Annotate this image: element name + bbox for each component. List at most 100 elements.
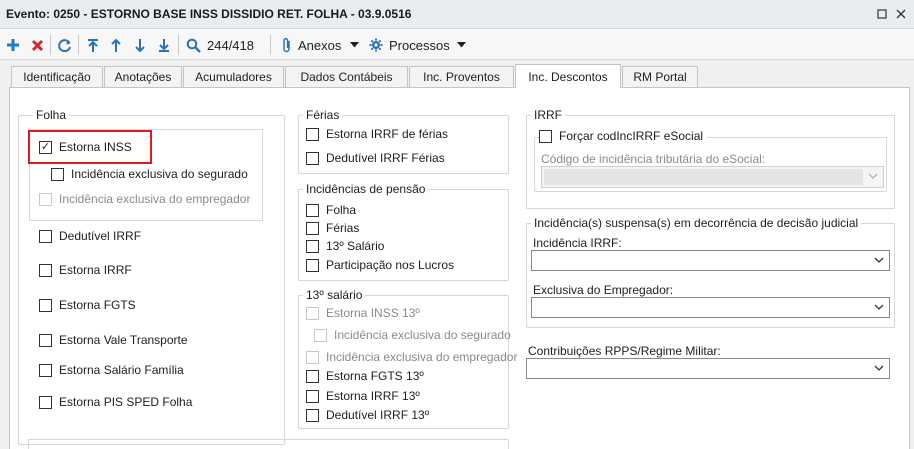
chevron-down-icon bbox=[874, 365, 884, 371]
chevron-down-icon bbox=[874, 257, 884, 263]
restore-icon[interactable] bbox=[873, 5, 891, 23]
estorna-pis-sped-label: Estorna PIS SPED Folha bbox=[59, 395, 193, 409]
toolbar: 244/418 Anexos Processos bbox=[0, 29, 914, 60]
estorna-salario-familia-label: Estorna Salário Família bbox=[59, 363, 184, 377]
ferias-group bbox=[298, 115, 509, 174]
pensao-folha-label: Folha bbox=[326, 203, 357, 217]
incidencia-segurado-label: Incidência exclusiva do segurado bbox=[71, 167, 248, 181]
incidencia-segurado-checkbox[interactable]: Incidência exclusiva do segurado bbox=[51, 167, 248, 181]
codigo-incidencia-value bbox=[544, 169, 863, 185]
tab-rm-portal[interactable]: RM Portal bbox=[622, 66, 698, 87]
checkbox-box bbox=[39, 229, 52, 243]
checkbox-box bbox=[51, 167, 64, 181]
toolbar-separator bbox=[178, 35, 179, 55]
exclusiva-empregador-select[interactable] bbox=[531, 297, 890, 318]
suspensa-group-title: Incidência(s) suspensa(s) em decorrência… bbox=[531, 216, 862, 230]
incidencia-empregador-checkbox[interactable]: Incidência exclusiva do empregador bbox=[39, 192, 250, 206]
pensao-group-title: Incidências de pensão bbox=[303, 182, 429, 196]
pensao-ferias-checkbox[interactable]: Férias bbox=[306, 221, 359, 235]
search-icon[interactable] bbox=[183, 34, 203, 56]
tab-strip: Identificação Anotações Acumuladores Dad… bbox=[0, 60, 914, 88]
estorna-irrf-13-label: Estorna IRRF 13º bbox=[326, 389, 420, 403]
forcar-codinc-checkbox[interactable]: Forçar codIncIRRF eSocial bbox=[539, 129, 708, 143]
pensao-folha-checkbox[interactable]: Folha bbox=[306, 203, 356, 217]
estorna-irrf-13-checkbox[interactable]: Estorna IRRF 13º bbox=[306, 389, 420, 403]
decimo-incidencia-empregador-label: Incidência exclusiva do empregador bbox=[326, 350, 518, 364]
estorna-irrf-ferias-checkbox[interactable]: Estorna IRRF de férias bbox=[306, 127, 448, 141]
estorna-fgts-13-checkbox[interactable]: Estorna FGTS 13º bbox=[306, 369, 424, 383]
checkbox-box bbox=[39, 263, 52, 277]
first-record-icon[interactable] bbox=[84, 34, 102, 56]
estorna-fgts-checkbox[interactable]: Estorna FGTS bbox=[39, 298, 136, 312]
estorna-fgts-label: Estorna FGTS bbox=[59, 298, 136, 312]
dedutivel-irrf-label: Dedutível IRRF bbox=[59, 229, 142, 243]
irrf-group-title: IRRF bbox=[531, 108, 565, 122]
pensao-participacao-lucros-checkbox[interactable]: Participação nos Lucros bbox=[306, 258, 454, 272]
checkbox-box bbox=[39, 395, 52, 409]
checkbox-box bbox=[39, 298, 52, 312]
last-record-icon[interactable] bbox=[155, 34, 173, 56]
estorna-inss-checkbox[interactable]: ✓ Estorna INSS bbox=[39, 140, 132, 154]
dedutivel-irrf-13-checkbox[interactable]: Dedutível IRRF 13º bbox=[306, 408, 429, 422]
checkbox-box bbox=[306, 221, 319, 235]
tab-dados-contabeis[interactable]: Dados Contábeis bbox=[285, 66, 408, 87]
refresh-icon[interactable] bbox=[55, 34, 73, 56]
anexos-menu[interactable]: Anexos bbox=[298, 34, 348, 56]
dedutivel-irrf-checkbox[interactable]: Dedutível IRRF bbox=[39, 229, 141, 243]
tab-identificacao[interactable]: Identificação bbox=[11, 66, 103, 87]
estorna-irrf-checkbox[interactable]: Estorna IRRF bbox=[39, 263, 132, 277]
tab-inc-descontos[interactable]: Inc. Descontos bbox=[515, 64, 621, 88]
incidencia-irrf-label: Incidência IRRF: bbox=[533, 236, 622, 250]
pensao-13-salario-checkbox[interactable]: 13º Salário bbox=[306, 239, 384, 253]
estorna-salario-familia-checkbox[interactable]: Estorna Salário Família bbox=[39, 363, 184, 377]
codigo-incidencia-label: Código de incidência tributária do eSoci… bbox=[541, 152, 766, 166]
estorna-inss-label: Estorna INSS bbox=[59, 140, 132, 154]
estorna-pis-sped-checkbox[interactable]: Estorna PIS SPED Folha bbox=[39, 395, 192, 409]
checkbox-box bbox=[306, 408, 319, 422]
dedutivel-irrf-13-label: Dedutível IRRF 13º bbox=[326, 408, 430, 422]
estorna-inss-13-label: Estorna INSS 13º bbox=[326, 306, 420, 320]
checkbox-box bbox=[306, 389, 319, 403]
dedutivel-irrf-ferias-checkbox[interactable]: Dedutível IRRF Férias bbox=[306, 151, 445, 165]
checkbox-box bbox=[306, 203, 319, 217]
previous-record-icon[interactable] bbox=[107, 34, 125, 56]
close-icon[interactable] bbox=[892, 5, 910, 23]
processos-menu[interactable]: Processos bbox=[389, 34, 450, 56]
estorna-vale-transporte-checkbox[interactable]: Estorna Vale Transporte bbox=[39, 333, 188, 347]
add-icon[interactable] bbox=[4, 34, 22, 56]
tab-anotacoes[interactable]: Anotações bbox=[104, 66, 182, 87]
tab-acumuladores[interactable]: Acumuladores bbox=[183, 66, 284, 87]
toolbar-separator bbox=[50, 35, 51, 55]
pensao-participacao-lucros-label: Participação nos Lucros bbox=[326, 258, 455, 272]
folha-group-title: Folha bbox=[33, 108, 70, 122]
window-title: Evento: 0250 - ESTORNO BASE INSS DISSIDI… bbox=[6, 7, 412, 21]
paperclip-icon[interactable] bbox=[280, 34, 294, 56]
checkmark-icon: ✓ bbox=[39, 140, 52, 154]
next-record-icon[interactable] bbox=[131, 34, 149, 56]
tab-inc-proventos[interactable]: Inc. Proventos bbox=[409, 66, 514, 87]
rpps-label: Contribuições RPPS/Regime Militar: bbox=[528, 344, 721, 358]
bottom-group bbox=[28, 439, 509, 449]
decimo-incidencia-empregador-checkbox[interactable]: Incidência exclusiva do empregador bbox=[306, 350, 517, 364]
ferias-group-title: Férias bbox=[303, 108, 343, 122]
codigo-incidencia-select[interactable] bbox=[541, 166, 884, 188]
delete-icon[interactable] bbox=[28, 34, 46, 56]
checkbox-box bbox=[306, 127, 319, 141]
incidencia-irrf-select[interactable] bbox=[531, 250, 890, 271]
gear-icon[interactable] bbox=[368, 34, 384, 56]
dedutivel-irrf-ferias-label: Dedutível IRRF Férias bbox=[326, 151, 445, 165]
caret-down-icon[interactable] bbox=[348, 34, 360, 56]
caret-down-icon[interactable] bbox=[455, 34, 467, 56]
chevron-down-icon bbox=[874, 304, 884, 310]
estorna-vale-transporte-label: Estorna Vale Transporte bbox=[59, 333, 188, 347]
exclusiva-empregador-label: Exclusiva do Empregador: bbox=[533, 283, 674, 297]
rpps-select[interactable] bbox=[526, 358, 890, 379]
checkbox-box bbox=[306, 239, 319, 253]
pensao-ferias-label: Férias bbox=[326, 221, 360, 235]
pensao-13-salario-label: 13º Salário bbox=[326, 239, 385, 253]
checkbox-box bbox=[39, 363, 52, 377]
checkbox-box bbox=[39, 333, 52, 347]
estorna-inss-13-checkbox[interactable]: Estorna INSS 13º bbox=[306, 306, 420, 320]
decimo-incidencia-segurado-checkbox[interactable]: Incidência exclusiva do segurado bbox=[314, 328, 511, 342]
toolbar-separator bbox=[270, 35, 271, 55]
